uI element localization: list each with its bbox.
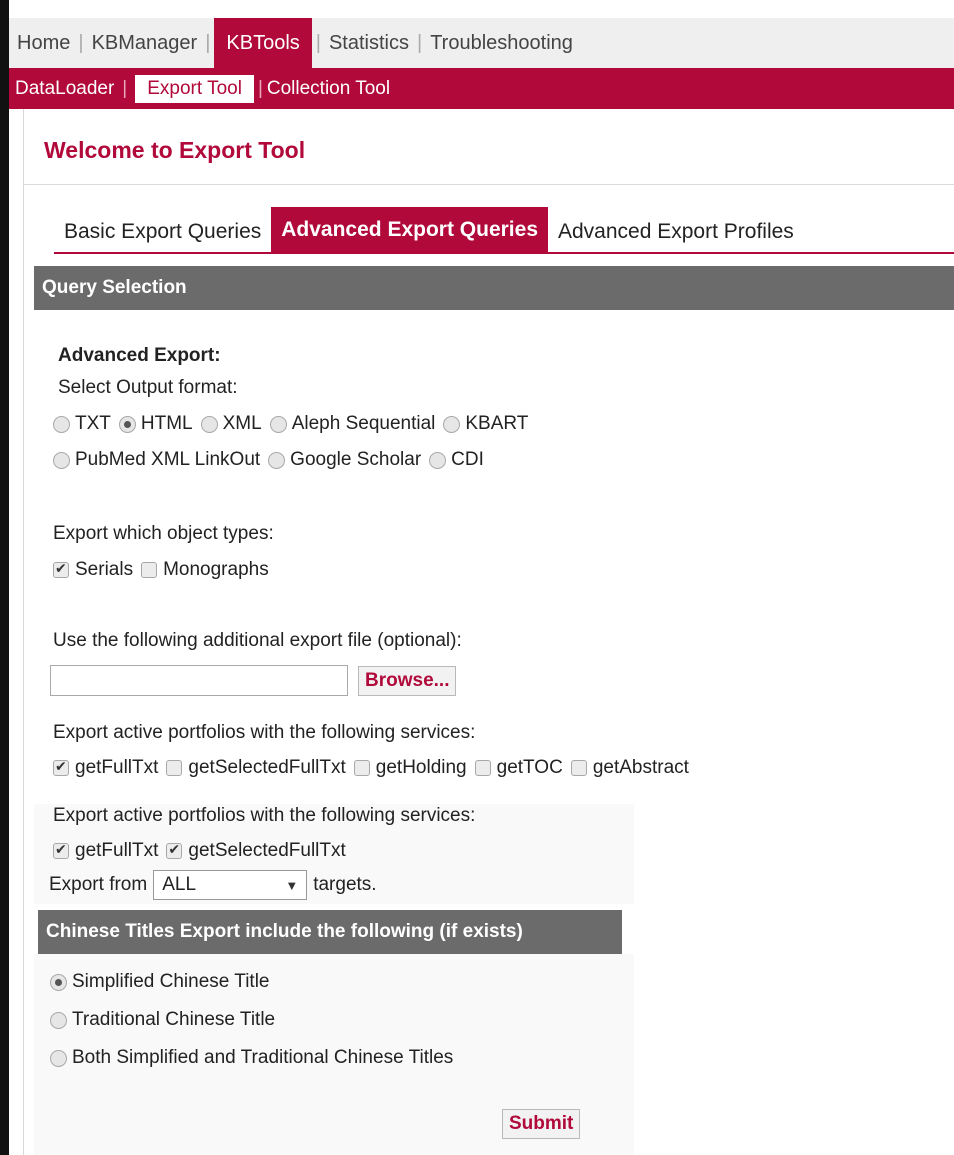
format-kbart[interactable]: KBART xyxy=(443,413,528,435)
tab-advanced-export-queries[interactable]: Advanced Export Queries xyxy=(271,207,548,252)
radio-button[interactable] xyxy=(53,415,70,433)
format-aleph[interactable]: Aleph Sequential xyxy=(269,413,435,435)
services-label-1: Export active portfolios with the follow… xyxy=(53,722,476,743)
services-options-1: getFullTxt getSelectedFullTxt getHolding… xyxy=(53,757,697,779)
nav-kbtools[interactable]: KBTools xyxy=(214,18,312,68)
services-label-2: Export active portfolios with the follow… xyxy=(53,805,476,826)
submit-button[interactable]: Submit xyxy=(502,1109,581,1139)
tab-basic-export-queries[interactable]: Basic Export Queries xyxy=(54,212,271,252)
radio-button[interactable] xyxy=(50,1049,67,1067)
chinese-option-traditional[interactable]: Traditional Chinese Title xyxy=(50,1009,275,1031)
export-from-label: Export from xyxy=(49,874,148,895)
service-getselectedfulltxt[interactable]: getSelectedFullTxt xyxy=(166,757,346,779)
checkbox[interactable] xyxy=(141,562,158,578)
service2-getselectedfulltxt[interactable]: getSelectedFullTxt xyxy=(166,840,346,862)
form-heading: Advanced Export: xyxy=(58,345,221,366)
checkbox-checked[interactable] xyxy=(53,560,69,578)
nav-separator: | xyxy=(205,31,211,54)
chinese-titles-header: Chinese Titles Export include the follow… xyxy=(38,910,622,954)
checkbox[interactable] xyxy=(474,760,491,776)
output-format-label: Select Output format: xyxy=(58,377,238,398)
format-cdi[interactable]: CDI xyxy=(429,449,484,471)
object-types-label: Export which object types: xyxy=(53,523,274,544)
service2-getfulltxt[interactable]: getFullTxt xyxy=(53,840,158,862)
services-options-2: getFullTxt getSelectedFullTxt xyxy=(53,840,354,862)
divider xyxy=(24,184,954,185)
radio-button[interactable] xyxy=(429,451,447,469)
subnav-collection-tool[interactable]: Collection Tool xyxy=(267,75,394,103)
subnav-separator: | xyxy=(257,77,263,99)
radio-button[interactable] xyxy=(50,1011,67,1029)
tab-advanced-export-profiles[interactable]: Advanced Export Profiles xyxy=(548,212,804,252)
file-row: Browse... xyxy=(50,665,457,696)
format-google-scholar[interactable]: Google Scholar xyxy=(268,449,421,471)
radio-button[interactable] xyxy=(269,415,287,433)
format-txt[interactable]: TXT xyxy=(53,413,111,435)
object-types-options: Serials Monographs xyxy=(53,559,277,581)
targets-label: targets. xyxy=(313,874,377,895)
chinese-option-simplified[interactable]: Simplified Chinese Title xyxy=(50,971,269,993)
radio-button[interactable] xyxy=(53,451,70,469)
checkbox-checked[interactable] xyxy=(53,758,69,776)
export-file-input[interactable] xyxy=(50,665,348,696)
radio-button[interactable] xyxy=(268,451,286,469)
checkbox-checked[interactable] xyxy=(166,841,183,859)
subnav-dataloader[interactable]: DataLoader xyxy=(9,75,118,103)
section-header: Query Selection xyxy=(34,266,954,310)
checkbox-checked[interactable] xyxy=(53,841,69,859)
checkbox[interactable] xyxy=(570,760,587,776)
nav-home[interactable]: Home xyxy=(9,30,78,56)
radio-button-selected[interactable] xyxy=(118,415,136,433)
export-from-select[interactable]: ALL ▼ xyxy=(153,870,308,900)
page-title: Welcome to Export Tool xyxy=(44,137,306,163)
chinese-option-both[interactable]: Both Simplified and Traditional Chinese … xyxy=(50,1047,453,1069)
nav-kbmanager[interactable]: KBManager xyxy=(84,30,206,56)
service-getfulltxt[interactable]: getFullTxt xyxy=(53,757,158,779)
format-xml[interactable]: XML xyxy=(200,413,262,435)
radio-button-selected[interactable] xyxy=(50,973,67,991)
format-options-row1: TXT HTML XML Aleph Sequential KBART xyxy=(53,413,536,435)
format-options-row2: PubMed XML LinkOut Google Scholar CDI xyxy=(53,449,492,471)
top-nav: Home | KBManager | KBTools | Statistics … xyxy=(9,18,954,68)
service-getabstract[interactable]: getAbstract xyxy=(570,757,689,779)
checkbox[interactable] xyxy=(353,760,370,776)
service-getholding[interactable]: getHolding xyxy=(353,757,467,779)
nav-troubleshooting[interactable]: Troubleshooting xyxy=(422,30,581,56)
radio-button[interactable] xyxy=(200,415,218,433)
app: Home | KBManager | KBTools | Statistics … xyxy=(9,0,954,1155)
file-label: Use the following additional export file… xyxy=(53,630,462,651)
object-type-serials[interactable]: Serials xyxy=(53,559,133,581)
subnav-separator: | xyxy=(122,77,128,99)
checkbox[interactable] xyxy=(166,760,183,776)
window-left-border xyxy=(0,0,9,1155)
export-from-row: Export from ALL ▼ targets. xyxy=(49,870,377,900)
format-html[interactable]: HTML xyxy=(118,413,193,435)
sub-nav: DataLoader | Export Tool | Collection To… xyxy=(9,68,954,109)
dropdown-arrow-icon: ▼ xyxy=(285,877,299,893)
subnav-export-tool[interactable]: Export Tool xyxy=(135,74,254,103)
main-content: Welcome to Export Tool Basic Export Quer… xyxy=(23,109,954,1155)
export-from-value: ALL xyxy=(162,874,197,895)
browse-button[interactable]: Browse... xyxy=(358,665,457,696)
nav-statistics[interactable]: Statistics xyxy=(321,30,417,56)
tab-bar: Basic Export Queries Advanced Export Que… xyxy=(54,207,954,254)
service-gettoc[interactable]: getTOC xyxy=(474,757,563,779)
radio-button[interactable] xyxy=(443,415,461,433)
format-pubmed[interactable]: PubMed XML LinkOut xyxy=(53,449,260,471)
object-type-monographs[interactable]: Monographs xyxy=(141,559,269,581)
